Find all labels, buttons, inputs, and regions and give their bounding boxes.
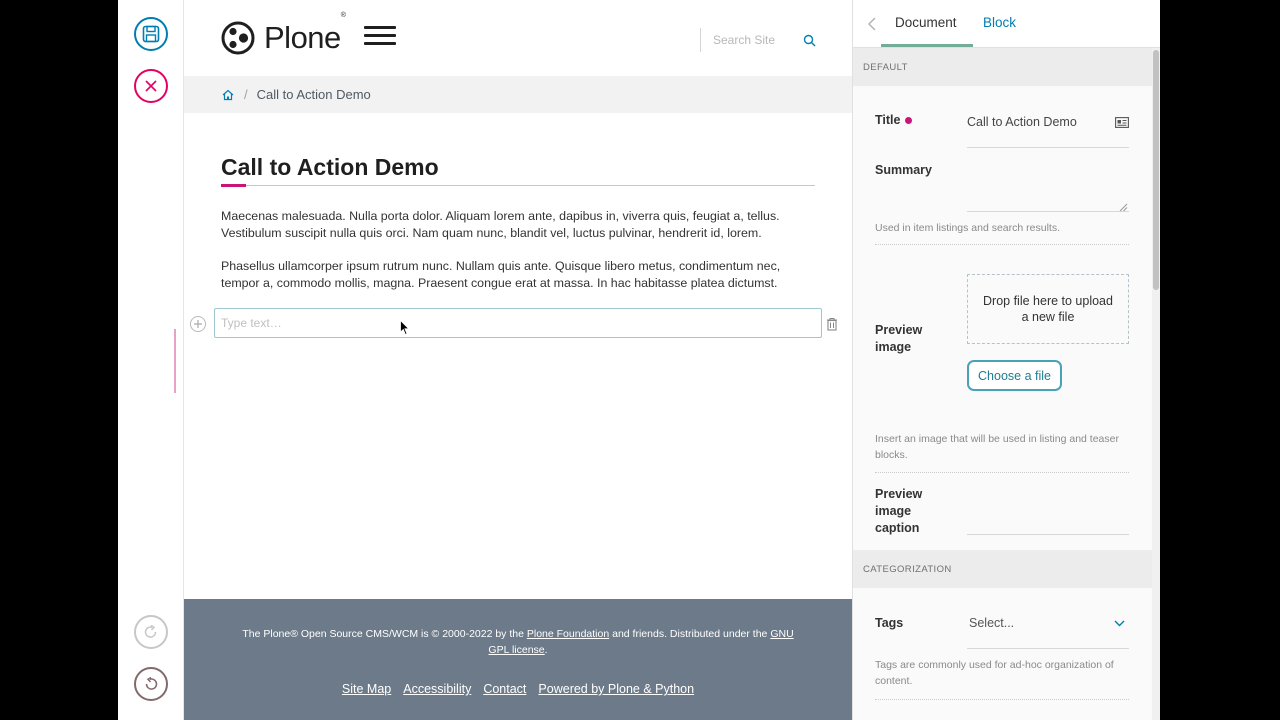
- preview-image-help-text: Insert an image that will be used in lis…: [875, 433, 1119, 461]
- required-indicator: [905, 117, 913, 125]
- section-categorization-header[interactable]: CATEGORIZATION: [853, 550, 1153, 588]
- close-icon: [145, 80, 157, 92]
- plone-logo[interactable]: Plone®: [221, 12, 346, 56]
- sidebar-tabs: Document Block: [853, 0, 1160, 48]
- mouse-cursor-icon: [400, 320, 410, 336]
- title-accent: [221, 184, 246, 187]
- preview-caption-label: Preview image caption: [875, 487, 923, 535]
- footer-copyright: The Plone® Open Source CMS/WCM is © 2000…: [242, 628, 794, 656]
- title-field-input[interactable]: Call to Action Demo: [967, 115, 1077, 129]
- sidebar-scrollbar[interactable]: [1152, 48, 1160, 720]
- tab-block[interactable]: Block: [983, 15, 1016, 30]
- preview-image-label: Preview image: [875, 323, 923, 354]
- edit-sidebar: Document Block DEFAULT Title Call to Act…: [852, 0, 1160, 720]
- breadcrumb: / Call to Action Demo: [184, 76, 852, 113]
- search-box: [700, 28, 817, 52]
- tags-select[interactable]: Select...: [967, 608, 1129, 638]
- add-block-button[interactable]: [190, 316, 206, 332]
- block-selection-marker: [174, 329, 176, 393]
- paragraph-block[interactable]: Maecenas malesuada. Nulla porta dolor. A…: [221, 208, 815, 242]
- breadcrumb-separator: /: [244, 87, 248, 102]
- footer-link-contact[interactable]: Contact: [483, 682, 526, 696]
- search-input[interactable]: [713, 33, 793, 47]
- choose-file-button[interactable]: Choose a file: [967, 360, 1062, 391]
- site-header: Plone®: [184, 0, 852, 76]
- id-card-icon: [1115, 117, 1129, 128]
- active-tab-indicator: [881, 44, 973, 47]
- home-icon[interactable]: [222, 89, 234, 101]
- main-content-area: Plone® / Call to: [174, 0, 852, 720]
- resize-handle-icon[interactable]: [1119, 203, 1128, 212]
- paragraph-block[interactable]: Phasellus ullamcorper ipsum rutrum nunc.…: [221, 258, 815, 292]
- breadcrumb-item[interactable]: Call to Action Demo: [257, 87, 371, 102]
- collapse-sidebar-button[interactable]: [865, 15, 879, 33]
- menu-button[interactable]: [364, 26, 396, 46]
- search-icon: [803, 34, 815, 46]
- plone-logo-icon: [221, 21, 255, 55]
- footer-links: Site Map Accessibility Contact Powered b…: [184, 682, 852, 696]
- scrollbar-thumb[interactable]: [1153, 50, 1159, 290]
- tags-help-text: Tags are commonly used for ad-hoc organi…: [875, 659, 1114, 687]
- delete-block-button[interactable]: [826, 316, 838, 331]
- site-footer: The Plone® Open Source CMS/WCM is © 2000…: [184, 599, 852, 720]
- page-title[interactable]: Call to Action Demo: [221, 154, 815, 187]
- chevron-left-icon: [868, 17, 876, 31]
- summary-field-label: Summary: [875, 163, 932, 177]
- undo-button[interactable]: [134, 667, 168, 701]
- plone-foundation-link[interactable]: Plone Foundation: [527, 628, 609, 640]
- plus-icon: [194, 320, 202, 328]
- chevron-down-icon: [1114, 620, 1125, 626]
- section-default-header[interactable]: DEFAULT: [853, 48, 1153, 86]
- tab-document[interactable]: Document: [895, 15, 957, 30]
- footer-link-sitemap[interactable]: Site Map: [342, 682, 391, 696]
- logo-text: Plone®: [264, 12, 346, 55]
- redo-button[interactable]: [134, 615, 168, 649]
- summary-help-text: Used in item listings and search results…: [875, 222, 1060, 234]
- summary-field-input[interactable]: [967, 211, 1129, 212]
- title-field-label: Title: [875, 112, 913, 129]
- document-content: Call to Action Demo Maecenas malesuada. …: [221, 154, 815, 292]
- redo-icon: [144, 624, 157, 638]
- app-window: Plone® / Call to: [118, 0, 1160, 720]
- new-text-block: Type text…: [190, 308, 840, 340]
- preview-caption-input[interactable]: [967, 534, 1129, 535]
- tags-field-label: Tags: [875, 616, 904, 630]
- trash-icon: [827, 317, 837, 331]
- file-dropzone[interactable]: Drop file here to upload a new file: [967, 274, 1129, 344]
- menu-icon: [364, 26, 396, 29]
- footer-link-powered-by[interactable]: Powered by Plone & Python: [538, 682, 694, 696]
- text-block-input[interactable]: Type text…: [214, 308, 822, 338]
- save-icon: [142, 25, 160, 43]
- save-button[interactable]: [134, 17, 168, 51]
- footer-link-accessibility[interactable]: Accessibility: [403, 682, 471, 696]
- cancel-button[interactable]: [134, 69, 168, 103]
- search-button[interactable]: [801, 32, 817, 48]
- undo-icon: [145, 676, 158, 690]
